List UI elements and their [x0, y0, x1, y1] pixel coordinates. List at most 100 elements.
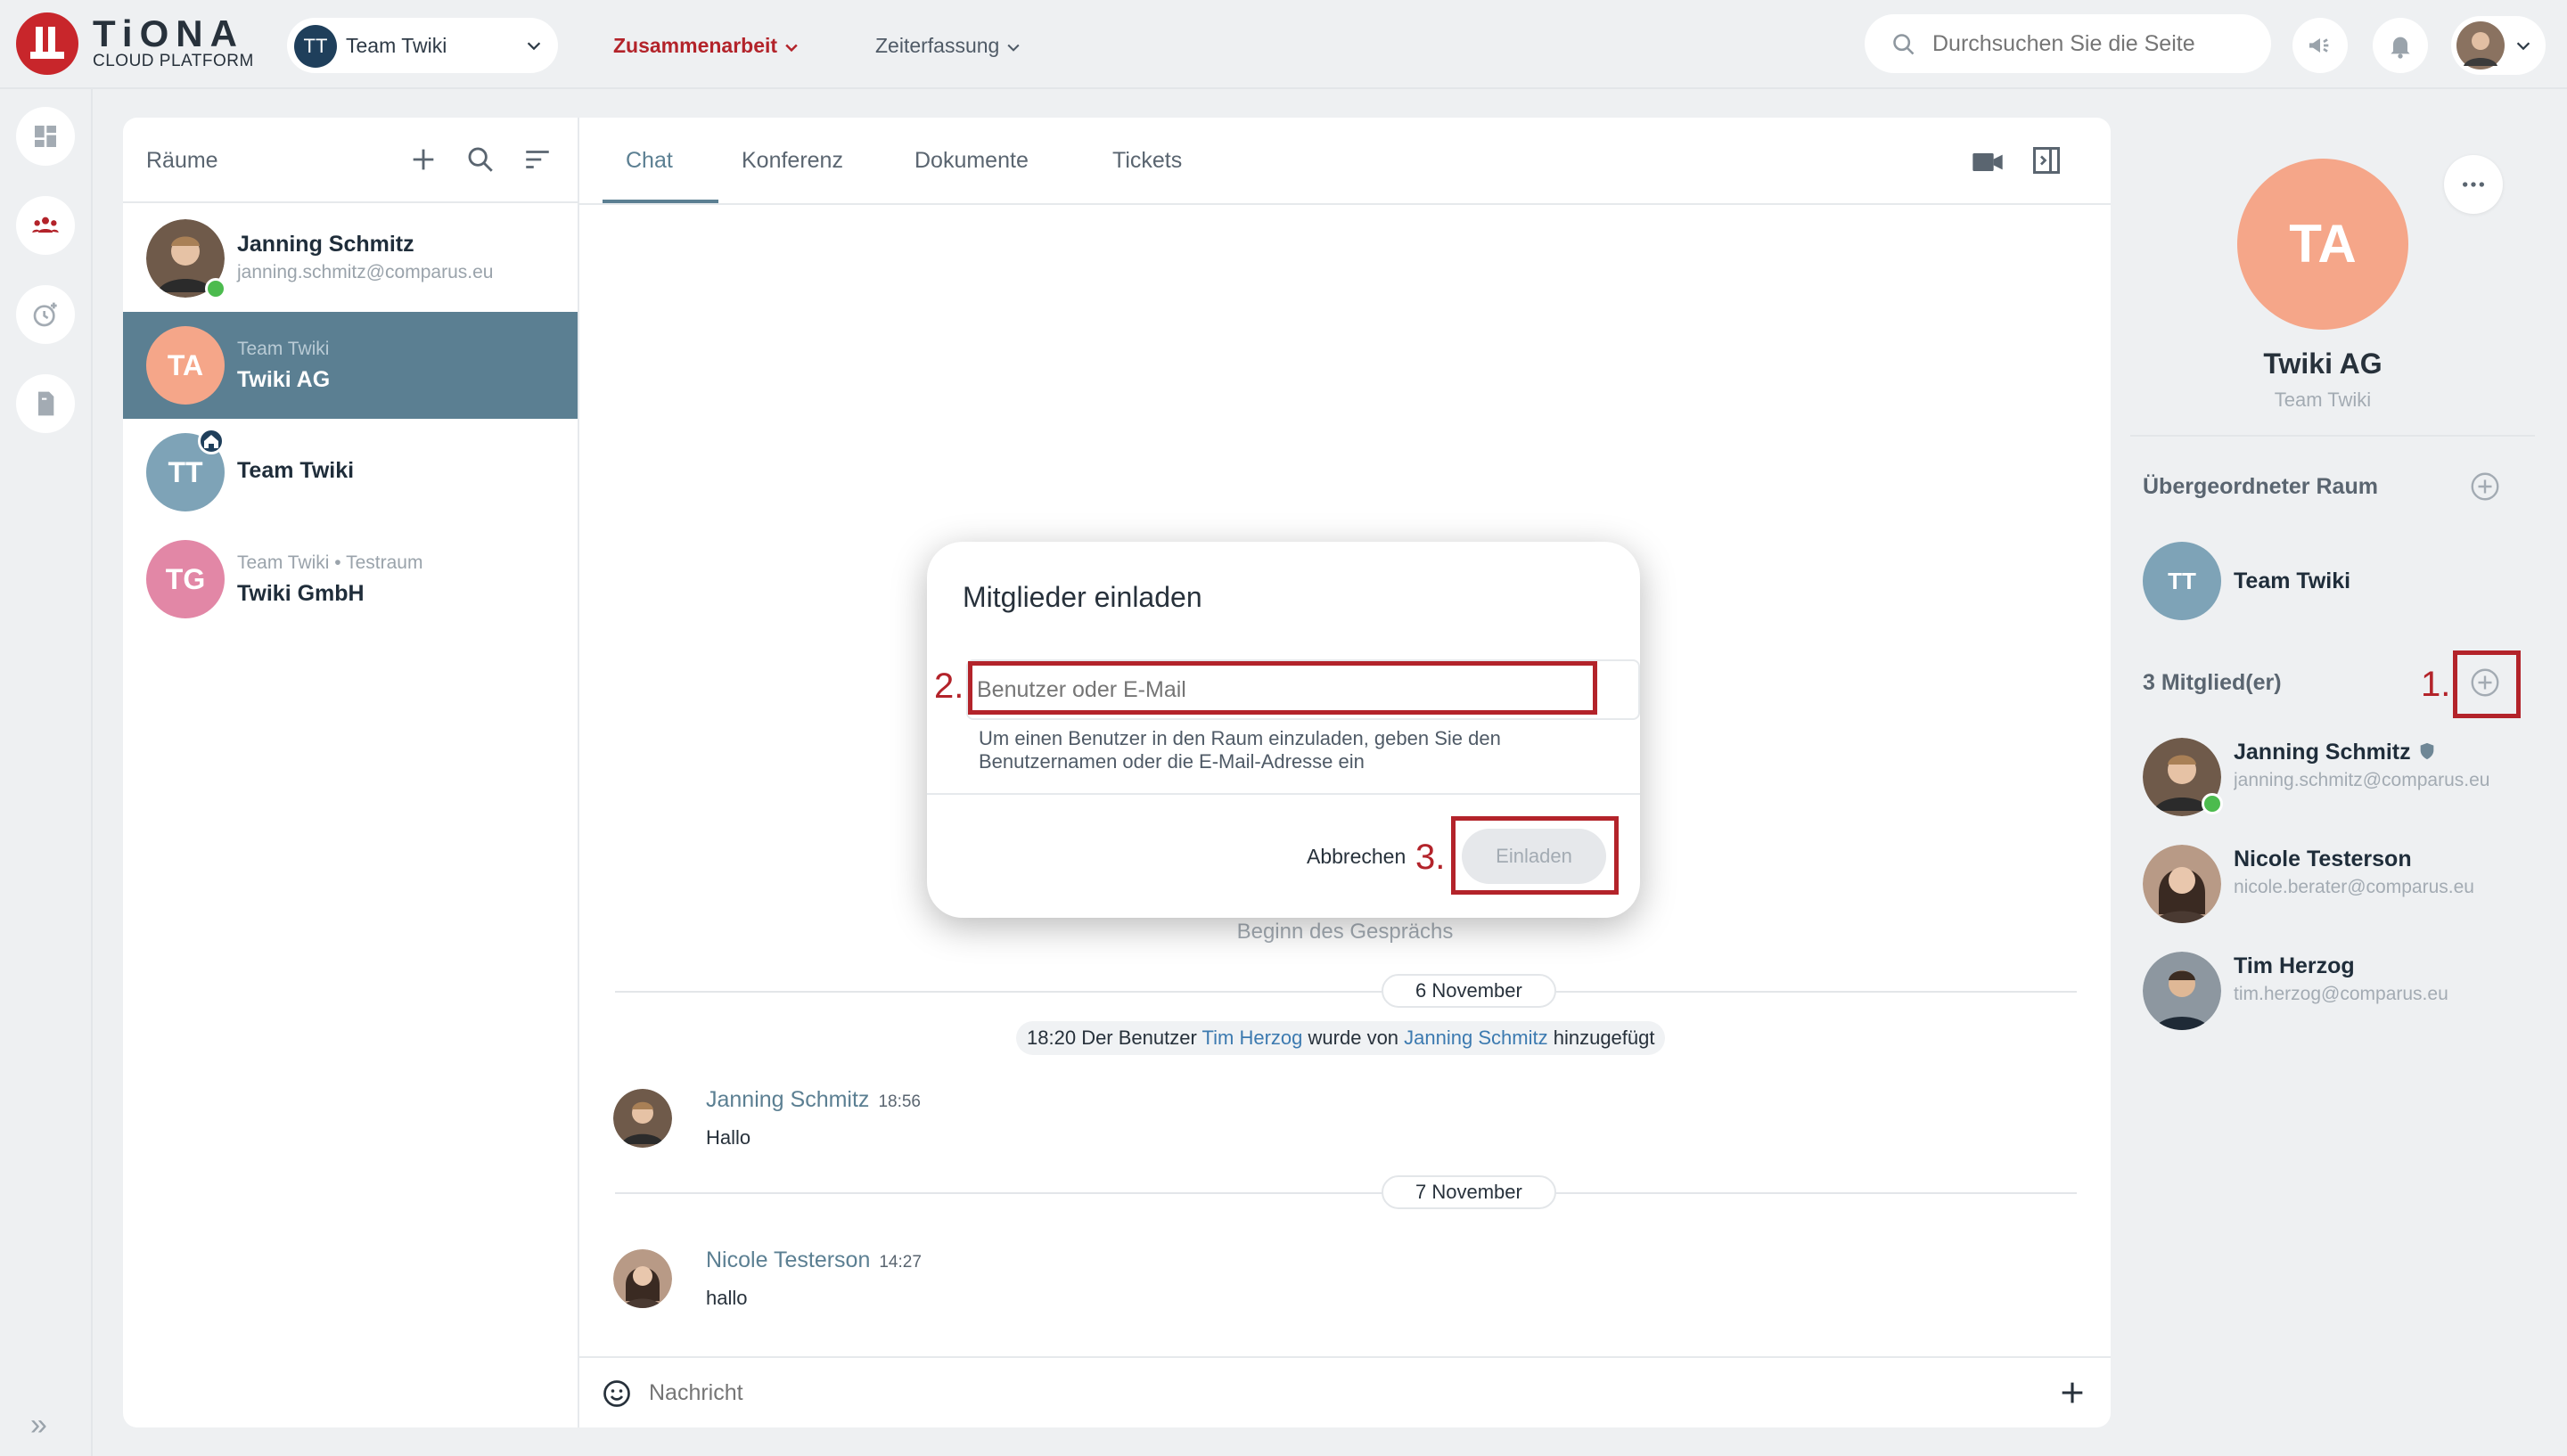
annotation-step-2: 2.	[934, 667, 964, 706]
avatar[interactable]	[2143, 952, 2221, 1030]
system-actor-link[interactable]: Janning Schmitz	[1404, 1027, 1547, 1049]
divider	[927, 793, 1640, 795]
room-subtitle: Team Twiki • Testraum	[237, 552, 423, 573]
room-item-twiki-ag[interactable]: TA Team Twiki Twiki AG	[123, 312, 578, 419]
room-name: Team Twiki	[237, 458, 355, 483]
megaphone-icon	[2309, 38, 2329, 53]
annotation-box-2	[968, 661, 1597, 715]
system-suffix: hinzugefügt	[1553, 1027, 1655, 1049]
more-options-button[interactable]	[2444, 155, 2503, 214]
rail-expand-button[interactable]: »	[30, 1408, 47, 1443]
emoji-icon[interactable]	[601, 1378, 633, 1410]
message-author-name: Janning Schmitz	[706, 1087, 870, 1112]
search-input[interactable]	[1932, 27, 2253, 61]
rooms-title: Räume	[146, 148, 218, 173]
room-subtitle: Team Twiki	[237, 339, 330, 359]
avatar[interactable]	[613, 1249, 672, 1308]
rail-collaboration-button[interactable]	[16, 196, 75, 255]
annotation-step-3: 3.	[1415, 838, 1446, 877]
online-indicator	[205, 278, 226, 299]
parent-room-avatar[interactable]: TT	[2143, 542, 2221, 620]
conversation-start-label: Beginn des Gesprächs	[1236, 920, 1454, 944]
message-text: Hallo	[706, 1126, 751, 1149]
input-hint: Um einen Benutzer in den Raum einzuladen…	[979, 727, 1501, 773]
parent-room-heading: Übergeordneter Raum	[2143, 474, 2378, 499]
add-room-icon[interactable]	[408, 144, 439, 175]
system-message: 18:20 Der Benutzer Tim Herzog wurde von …	[1016, 1021, 1666, 1055]
annotation-box-1	[2453, 650, 2521, 718]
tiona-logo-icon[interactable]	[16, 12, 78, 75]
member-name[interactable]: Janning Schmitz	[2234, 740, 2437, 765]
online-indicator	[2202, 793, 2223, 814]
tab-chat[interactable]: Chat	[626, 148, 673, 174]
chevron-down-icon	[527, 42, 541, 51]
member-name[interactable]: Nicole Testerson	[2234, 847, 2412, 872]
system-user-link[interactable]: Tim Herzog	[1202, 1027, 1303, 1049]
document-icon	[38, 391, 54, 416]
search-rooms-icon[interactable]	[465, 144, 496, 175]
room-details-panel: TA Twiki AG Team Twiki Übergeordneter Ra…	[2111, 118, 2567, 1427]
message-text: hallo	[706, 1287, 748, 1309]
message-author-name: Nicole Testerson	[706, 1247, 871, 1272]
room-subtitle: Team Twiki	[2274, 389, 2372, 411]
room-avatar: TA	[2237, 159, 2408, 330]
room-email: janning.schmitz@comparus.eu	[237, 262, 494, 282]
notifications-button[interactable]	[2373, 18, 2428, 73]
video-camera-icon[interactable]	[1970, 144, 2005, 180]
date-pill: 7 November	[1382, 1175, 1556, 1209]
divider	[2130, 435, 2535, 437]
annotation-box-3	[1451, 816, 1619, 895]
home-icon	[198, 428, 225, 454]
date-pill: 6 November	[1382, 974, 1556, 1008]
rail-time-tracking-button[interactable]	[16, 285, 75, 344]
room-item-twiki-gmbh[interactable]: TG Team Twiki • Testraum Twiki GmbH	[123, 526, 578, 633]
avatar: TA	[146, 326, 225, 405]
more-horizontal-icon	[2463, 182, 2484, 187]
brand-name: TiONA	[93, 12, 244, 54]
toggle-sidebar-icon[interactable]	[2030, 144, 2063, 176]
user-menu-button[interactable]	[2451, 16, 2546, 75]
team-selector[interactable]: TT Team Twiki	[287, 18, 558, 73]
message-author[interactable]: Nicole Testerson 14:27	[706, 1247, 922, 1273]
tab-tickets[interactable]: Tickets	[1112, 148, 1182, 174]
search-box[interactable]	[1865, 14, 2271, 73]
parent-room-name[interactable]: Team Twiki	[2234, 568, 2350, 594]
system-time: 18:20	[1027, 1027, 1077, 1049]
member-name[interactable]: Tim Herzog	[2234, 953, 2355, 979]
room-name: Twiki GmbH	[237, 581, 365, 606]
member-email: janning.schmitz@comparus.eu	[2234, 770, 2490, 790]
members-heading: 3 Mitglied(er)	[2143, 670, 2282, 695]
system-middle: wurde von	[1308, 1027, 1399, 1049]
nav-zeiterfassung[interactable]: Zeiterfassung	[875, 34, 1022, 58]
cancel-button[interactable]: Abbrechen	[1307, 845, 1406, 869]
member-email: tim.herzog@comparus.eu	[2234, 984, 2448, 1004]
search-icon	[1893, 34, 1915, 55]
chevron-down-icon	[1007, 44, 1020, 52]
room-title: Twiki AG	[2263, 348, 2382, 380]
tab-konferenz[interactable]: Konferenz	[742, 148, 843, 174]
rooms-header: Räume	[123, 118, 578, 203]
nav-zusammenarbeit-label: Zusammenarbeit	[613, 34, 778, 57]
rail-dashboard-button[interactable]	[16, 107, 75, 166]
sort-icon[interactable]	[522, 144, 553, 175]
avatar[interactable]	[2143, 845, 2221, 923]
tab-dokumente[interactable]: Dokumente	[914, 148, 1029, 174]
add-parent-room-icon[interactable]	[2469, 470, 2501, 503]
date-divider	[615, 991, 2077, 993]
room-item-janning-schmitz[interactable]: Janning Schmitz janning.schmitz@comparus…	[123, 205, 578, 312]
rail-documents-button[interactable]	[16, 374, 75, 433]
message-input[interactable]	[649, 1374, 1897, 1411]
avatar[interactable]	[613, 1089, 672, 1148]
message-author[interactable]: Janning Schmitz 18:56	[706, 1087, 921, 1113]
people-icon	[32, 217, 59, 233]
add-attachment-icon[interactable]	[2057, 1378, 2087, 1408]
brand-subtitle: CLOUD PLATFORM	[93, 52, 254, 70]
room-item-team-twiki[interactable]: TT Team Twiki	[123, 419, 578, 526]
announcements-button[interactable]	[2292, 18, 2348, 73]
room-name: Twiki AG	[237, 367, 331, 392]
nav-zusammenarbeit[interactable]: Zusammenarbeit	[613, 34, 800, 58]
bell-icon	[2391, 37, 2410, 59]
shield-icon	[2420, 742, 2433, 760]
dialog-title: Mitglieder einladen	[963, 581, 1202, 613]
rooms-panel: Räume Janning Schmitz janning.schmitz@co…	[123, 118, 579, 1427]
